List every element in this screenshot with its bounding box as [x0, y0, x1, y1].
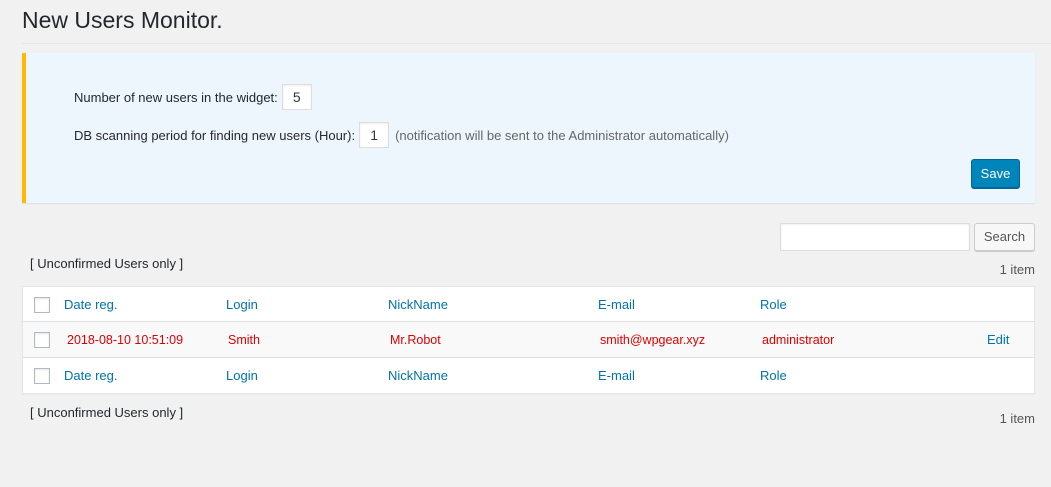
footer-column-nickname[interactable]: NickName [388, 358, 448, 393]
cell-login: Smith [228, 333, 260, 347]
cell-email: smith@wpgear.xyz [600, 333, 706, 347]
search-input[interactable] [780, 223, 970, 251]
table-header-row: Date reg. Login NickName E-mail Role [23, 287, 1034, 322]
footer-column-login[interactable]: Login [226, 358, 258, 393]
select-all-checkbox[interactable] [34, 297, 50, 313]
cell-role: administrator [762, 333, 835, 347]
column-login[interactable]: Login [226, 287, 258, 322]
scan-period-hint: (notification will be sent to the Admini… [395, 127, 729, 143]
scan-period-label: DB scanning period for finding new users… [74, 127, 356, 143]
footer-column-email[interactable]: E-mail [598, 358, 635, 393]
scan-period-row: DB scanning period for finding new users… [74, 122, 729, 148]
users-table: Date reg. Login NickName E-mail Role 201… [22, 286, 1035, 394]
cell-nickname: Mr.Robot [390, 333, 441, 347]
search-button[interactable]: Search [974, 223, 1035, 251]
app-window: New Users Monitor. Number of new users i… [0, 0, 1051, 487]
column-email[interactable]: E-mail [598, 287, 635, 322]
title-divider [22, 43, 1051, 44]
page-title: New Users Monitor. [22, 7, 223, 33]
table-footer-row: Date reg. Login NickName E-mail Role [23, 358, 1034, 393]
unconfirmed-filter-top[interactable]: [ Unconfirmed Users only ] [30, 256, 183, 271]
item-count-top: 1 item [999, 262, 1035, 277]
widget-count-row: Number of new users in the widget: 5 [74, 84, 312, 110]
column-role[interactable]: Role [760, 287, 787, 322]
settings-panel: Number of new users in the widget: 5 DB … [22, 53, 1035, 203]
footer-column-date-reg[interactable]: Date reg. [64, 358, 117, 393]
select-all-checkbox-footer[interactable] [34, 368, 50, 384]
column-nickname[interactable]: NickName [388, 287, 448, 322]
footer-column-role[interactable]: Role [760, 358, 787, 393]
column-date-reg[interactable]: Date reg. [64, 287, 117, 322]
widget-count-input[interactable]: 5 [281, 84, 312, 110]
unconfirmed-filter-bottom[interactable]: [ Unconfirmed Users only ] [30, 405, 183, 420]
save-button[interactable]: Save [971, 159, 1020, 188]
table-row: 2018-08-10 10:51:09 Smith Mr.Robot smith… [23, 322, 1034, 358]
edit-user-link[interactable]: Edit [987, 322, 1009, 358]
item-count-bottom: 1 item [999, 411, 1035, 426]
scan-period-input[interactable]: 1 [359, 122, 390, 148]
row-checkbox[interactable] [34, 332, 50, 348]
widget-count-label: Number of new users in the widget: [74, 89, 278, 105]
cell-date-reg: 2018-08-10 10:51:09 [67, 333, 184, 347]
